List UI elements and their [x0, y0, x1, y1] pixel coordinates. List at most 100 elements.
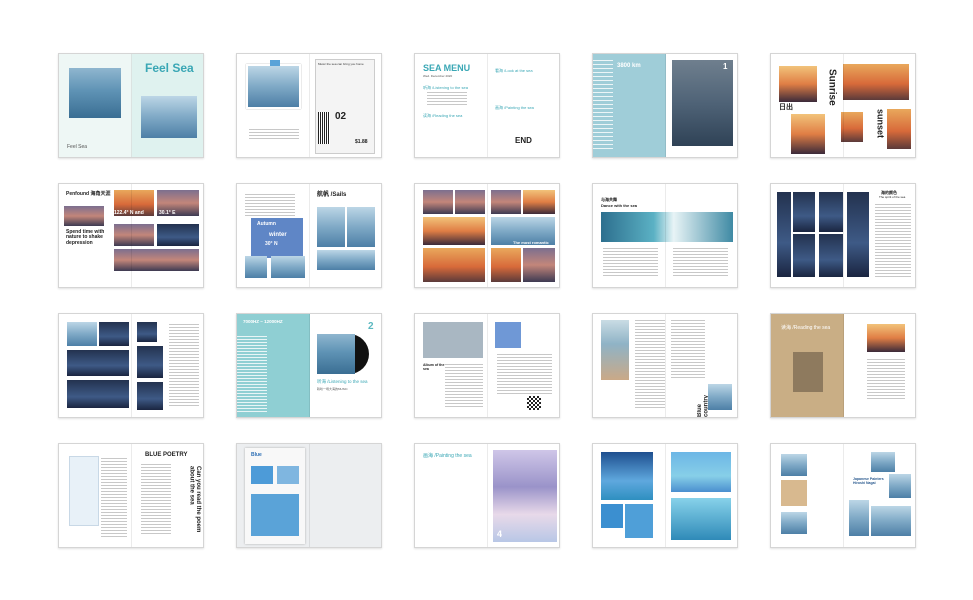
spread-penfound[interactable]: Penfound 海角天涯 122.4° N and 30.1° E Spend… — [58, 183, 204, 288]
sunset-photo-4 — [887, 109, 911, 149]
spread-blue-poetry[interactable]: BLUE POETRY Can you read the poem about … — [58, 443, 204, 548]
poetry-card — [69, 456, 99, 526]
tape-icon — [270, 60, 280, 66]
distance-page: 1 — [723, 62, 728, 71]
poetry-text-2 — [141, 464, 171, 534]
spread-painting[interactable]: 画海 /Painting the sea 4 — [414, 443, 560, 548]
menu-end: END — [515, 136, 532, 145]
cover-sea-photo — [69, 68, 121, 118]
poetry-text-1 — [101, 458, 127, 538]
cover-title: Feel Sea — [145, 61, 194, 75]
qr-code-icon — [527, 396, 541, 410]
romantic-photo-8 — [491, 248, 521, 282]
spirit-photo-4 — [819, 192, 843, 232]
gallery-photo-2 — [671, 452, 731, 492]
poster-right — [316, 448, 378, 544]
spread-cover[interactable]: Feel Sea Feel Sea — [58, 53, 204, 158]
romantic-photo-3 — [491, 190, 521, 214]
sails-autumn: Autumn — [257, 221, 276, 227]
penfound-brand: Penfound 海角天涯 — [66, 191, 111, 197]
poster-photo-2 — [277, 466, 299, 484]
spread-sunrise-sunset[interactable]: Sunrise 日出 sunset — [770, 53, 916, 158]
concert-photo-7 — [137, 382, 163, 410]
gallery-photo-1 — [601, 452, 653, 500]
sails-title: 航帆 /Sails — [317, 192, 347, 198]
listening-num: 2 — [368, 321, 374, 332]
romantic-photo-7 — [423, 248, 485, 282]
sails-photo-1 — [245, 256, 267, 278]
romantic-photo-9 — [523, 248, 555, 282]
ticket-header: Music the sea can bring you home — [318, 62, 364, 66]
listening-sub: 聆听一场大海的MUSIC — [317, 387, 348, 391]
spread-romantic[interactable]: The most romantic thing — [414, 183, 560, 288]
ticket-photo — [246, 64, 301, 109]
spread-dance[interactable]: 与海共舞 Dance with the sea — [592, 183, 738, 288]
menu-item-1: 看海 /Look at the sea — [495, 68, 533, 73]
penfound-coord-2: 30.1° E — [159, 210, 176, 216]
penfound-coord-1: 122.4° N and — [114, 210, 144, 216]
romantic-photo-1 — [423, 190, 453, 214]
poster-photo-3 — [251, 494, 299, 536]
spirit-photo-5 — [819, 234, 843, 277]
sunset-en: sunset — [875, 109, 886, 139]
sails-photo-2 — [271, 256, 305, 278]
spirit-photo-1 — [777, 192, 791, 277]
spread-spirit[interactable]: 海的颜色 The spirit of the sea — [770, 183, 916, 288]
dance-en: Dance with the sea — [601, 203, 638, 208]
spread-japanese-painters[interactable]: Japanese Painters Hiroshi Nagai — [770, 443, 916, 548]
sunrise-cn: 日出 — [779, 104, 793, 111]
japan-photo-5 — [889, 474, 911, 498]
dance-wave-photo — [601, 212, 733, 242]
spirit-photo-3 — [793, 234, 815, 277]
spread-blue-poster[interactable]: Blue — [236, 443, 382, 548]
spread-sails[interactable]: Autumn winter 30° N 航帆 /Sails — [236, 183, 382, 288]
reading-text — [867, 359, 905, 399]
spread-music-ticket[interactable]: Music the sea can bring you home 02 $1.8… — [236, 53, 382, 158]
penfound-headline: Spend time with nature to shake depressi… — [66, 229, 105, 246]
gallery-photo-5 — [671, 498, 731, 540]
penfound-photo-4 — [114, 224, 154, 246]
sunset-photo-top — [843, 64, 909, 100]
dance-text-1 — [603, 248, 658, 278]
spread-reading[interactable]: 读海 /Reading the sea — [770, 313, 916, 418]
spread-distance[interactable]: 3800 km 1 — [592, 53, 738, 158]
japan-title: Japanese Painters Hiroshi Nagai — [853, 477, 884, 485]
country-photo-1 — [601, 320, 629, 380]
distance-value: 3800 km — [617, 63, 641, 69]
spirit-photo-2 — [793, 192, 815, 232]
romantic-photo-2 — [455, 190, 485, 214]
spread-paintings-gallery[interactable] — [592, 443, 738, 548]
barcode-icon — [318, 112, 330, 144]
album-cover — [495, 322, 521, 348]
concert-photo-3 — [137, 322, 157, 342]
cover-boat-photo — [141, 96, 197, 138]
dance-cn: 与海共舞 — [601, 197, 617, 202]
sunrise-photo — [779, 66, 817, 102]
concert-photo-4 — [67, 350, 129, 376]
menu-item-4: 读海 /Reading the sea — [423, 113, 463, 118]
painting-num: 4 — [497, 529, 503, 539]
japan-photo-2 — [781, 480, 807, 506]
poetry-side: Can you read the poem about the sea — [188, 466, 201, 533]
sunset-photo-3 — [841, 112, 863, 142]
sails-photo-3 — [317, 207, 345, 247]
painting-illustration — [493, 450, 557, 542]
spread-album[interactable]: Album of the sea — [414, 313, 560, 418]
listening-bars — [237, 336, 267, 414]
sails-left-text — [245, 194, 295, 216]
sunrise-en: Sunrise — [826, 69, 838, 106]
ticket-number: 02 — [335, 111, 347, 122]
spread-sea-menu[interactable]: SEA MENU Wed. December 2020 看海 /Look at … — [414, 53, 560, 158]
distance-sea-photo — [672, 60, 733, 146]
japan-photo-1 — [781, 454, 807, 476]
cassette-photo — [423, 322, 483, 358]
spread-listening[interactable]: 7000HZ ~ 12000HZ 2 听海 /Listening to the … — [236, 313, 382, 418]
spread-concert[interactable] — [58, 313, 204, 418]
vinyl-cover — [317, 334, 355, 374]
spread-blue-country[interactable]: Blue country — [592, 313, 738, 418]
penfound-photo-6 — [114, 249, 199, 271]
concert-photo-1 — [67, 322, 97, 346]
spirit-en: The spirit of the sea — [879, 195, 906, 199]
romantic-photo-5 — [423, 217, 485, 245]
poetry-title: BLUE POETRY — [145, 452, 188, 458]
